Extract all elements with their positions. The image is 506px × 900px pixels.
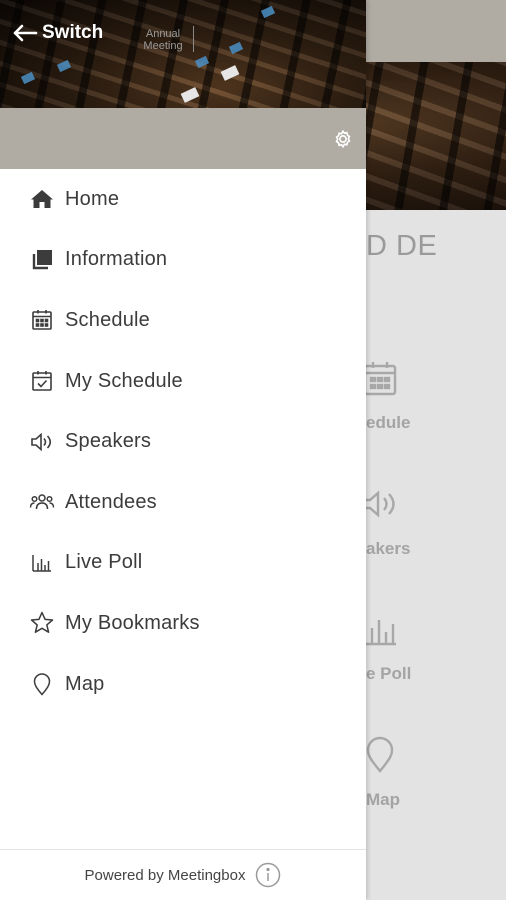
menu-item-schedule[interactable]: Schedule (0, 290, 366, 351)
banner-decoration (220, 65, 240, 81)
menu-label: Map (65, 672, 105, 695)
event-banner-image: Switch Annual Meeting (0, 0, 366, 108)
background-bar-chart-icon (366, 620, 396, 646)
menu-item-live-poll[interactable]: Live Poll (0, 533, 366, 594)
banner-decoration (228, 41, 244, 55)
menu-label: Information (65, 248, 168, 271)
star-icon (29, 610, 55, 636)
banner-decoration (20, 71, 36, 85)
event-title: Annual Meeting (143, 28, 183, 52)
menu-item-home[interactable]: Home (0, 169, 366, 230)
menu-label: Home (65, 187, 120, 210)
drawer-footer: Powered by Meetingbox (0, 849, 366, 900)
menu-item-my-bookmarks[interactable]: My Bookmarks (0, 593, 366, 654)
menu-item-information[interactable]: Information (0, 230, 366, 291)
background-tile-label[interactable]: edule (366, 413, 410, 433)
calendar-icon (29, 307, 55, 333)
banner-decoration (260, 5, 276, 19)
menu-item-attendees[interactable]: Attendees (0, 472, 366, 533)
map-pin-icon (29, 671, 55, 697)
home-icon (29, 186, 55, 212)
menu-label: My Bookmarks (65, 611, 200, 634)
speaker-icon (29, 429, 55, 455)
arrow-left-icon (13, 24, 38, 42)
background-speaker-icon (362, 490, 395, 518)
powered-by-text: Powered by Meetingbox (84, 866, 246, 884)
information-icon (29, 247, 55, 273)
menu-label: My Schedule (65, 369, 183, 392)
info-icon[interactable] (255, 862, 281, 888)
menu-label: Live Poll (65, 551, 143, 574)
menu-label: Schedule (65, 308, 150, 331)
menu-item-map[interactable]: Map (0, 654, 366, 715)
menu-item-speakers[interactable]: Speakers (0, 411, 366, 472)
banner-divider (193, 26, 194, 52)
background-tile-label[interactable]: Map (366, 790, 400, 810)
bar-chart-icon (29, 550, 55, 576)
settings-bar (0, 108, 366, 169)
switch-event-button[interactable]: Switch (12, 20, 103, 46)
switch-label: Switch (42, 22, 104, 43)
gear-icon[interactable] (332, 128, 354, 150)
background-tile-label[interactable]: e Poll (366, 664, 411, 684)
background-tile-label[interactable]: akers (366, 539, 410, 559)
background-map-pin-icon (366, 736, 394, 773)
banner-decoration (56, 59, 72, 73)
menu-label: Attendees (65, 490, 157, 513)
background-calendar-icon (363, 362, 397, 396)
navigation-drawer: Switch Annual Meeting Home Information S… (0, 0, 366, 900)
people-icon (29, 489, 55, 515)
menu-item-my-schedule[interactable]: My Schedule (0, 351, 366, 412)
banner-decoration (180, 87, 200, 103)
banner-decoration (194, 55, 210, 69)
background-heading: D DE (366, 230, 438, 262)
navigation-menu: Home Information Schedule My Schedule Sp… (0, 169, 366, 714)
calendar-check-icon (29, 368, 55, 394)
menu-label: Speakers (65, 430, 152, 453)
